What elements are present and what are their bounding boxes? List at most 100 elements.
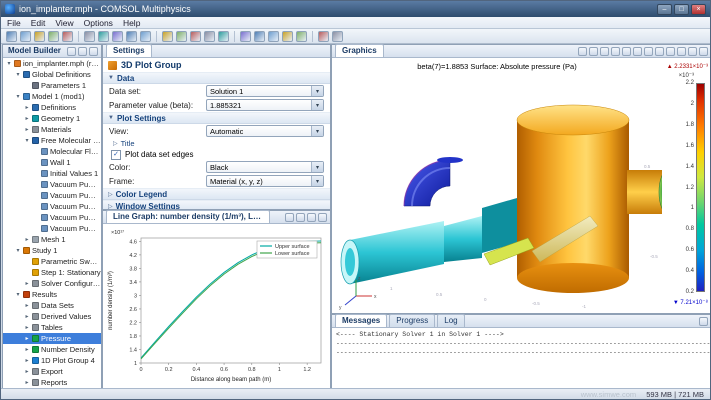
tree-item[interactable]: ▸Derived Values: [3, 311, 101, 322]
print-icon[interactable]: [699, 47, 708, 56]
tree-item[interactable]: ▸Pressure: [3, 333, 101, 344]
expander-icon[interactable]: ▸: [24, 324, 30, 331]
tab-line-graph[interactable]: Line Graph: number density (1/m³), Line …: [106, 210, 270, 223]
tree-item[interactable]: ▾Study 1: [3, 245, 101, 256]
graphics-scene[interactable]: beta(7)=1.8853 Surface: Absolute pressur…: [332, 58, 711, 313]
tree-item[interactable]: ▾Global Definitions: [3, 69, 101, 80]
section-window-settings[interactable]: ▷ Window Settings: [103, 200, 330, 209]
functions-icon[interactable]: [176, 31, 187, 42]
frame-select[interactable]: Material (x, y, z) ▾: [206, 175, 324, 187]
tree-item[interactable]: ▸Data Sets: [3, 300, 101, 311]
menu-edit[interactable]: Edit: [31, 18, 46, 28]
section-data[interactable]: ▼ Data: [103, 72, 330, 84]
mesh-icon[interactable]: [240, 31, 251, 42]
zoom-extents-icon[interactable]: [318, 31, 329, 42]
close-button[interactable]: ×: [691, 4, 706, 15]
lighting-icon[interactable]: [655, 47, 664, 56]
expander-icon[interactable]: ▾: [24, 137, 30, 144]
section-plot-settings[interactable]: ▼ Plot Settings: [103, 112, 330, 124]
tab-messages[interactable]: Messages: [335, 314, 387, 327]
save-icon[interactable]: [34, 31, 45, 42]
expander-icon[interactable]: ▸: [24, 368, 30, 375]
expander-icon[interactable]: ▾: [15, 291, 21, 298]
default-view-icon[interactable]: [611, 47, 620, 56]
tree-item[interactable]: ▸Tables: [3, 322, 101, 333]
plot-icon[interactable]: [296, 31, 307, 42]
expander-icon[interactable]: ▾: [15, 71, 21, 78]
expander-icon[interactable]: ▸: [24, 302, 30, 309]
tree-item[interactable]: ▸Materials: [3, 124, 101, 135]
line-chart[interactable]: 00.20.40.60.811.211.41.82.22.633.43.84.2…: [103, 224, 329, 389]
expander-icon[interactable]: ▸: [24, 104, 30, 111]
zoom-in-icon[interactable]: [578, 47, 587, 56]
menu-view[interactable]: View: [55, 18, 73, 28]
results-icon[interactable]: [282, 31, 293, 42]
new-icon[interactable]: [6, 31, 17, 42]
print-icon[interactable]: [48, 31, 59, 42]
menu-options[interactable]: Options: [84, 18, 113, 28]
pan-icon[interactable]: [622, 47, 631, 56]
minimize-button[interactable]: –: [657, 4, 672, 15]
tree-item[interactable]: ▸Solver Configurations: [3, 278, 101, 289]
expander-icon[interactable]: ▸: [24, 357, 30, 364]
clear-log-icon[interactable]: [699, 317, 708, 326]
study-icon[interactable]: [254, 31, 265, 42]
expand-all-icon[interactable]: [78, 47, 87, 56]
tree-item[interactable]: Vacuum Pump 2: [3, 190, 101, 201]
tree-item[interactable]: Molecular Flow 1: [3, 146, 101, 157]
expander-icon[interactable]: ▸: [24, 115, 30, 122]
view-select[interactable]: Automatic ▾: [206, 125, 324, 137]
tree-item[interactable]: ▾ion_implanter.mph (root): [3, 58, 101, 69]
tab-progress[interactable]: Progress: [389, 314, 435, 327]
copy-icon[interactable]: [84, 31, 95, 42]
fly-icon[interactable]: [644, 47, 653, 56]
tree-item[interactable]: ▾Results: [3, 289, 101, 300]
export-plot-icon[interactable]: [318, 213, 327, 222]
maximize-button[interactable]: □: [674, 4, 689, 15]
expander-icon[interactable]: ▾: [15, 93, 21, 100]
expander-icon[interactable]: ▾: [6, 60, 12, 67]
materials-icon[interactable]: [204, 31, 215, 42]
geometry-icon[interactable]: [190, 31, 201, 42]
transparency-icon[interactable]: [666, 47, 675, 56]
wireframe-icon[interactable]: [677, 47, 686, 56]
expander-icon[interactable]: ▸: [24, 379, 30, 386]
rotate-icon[interactable]: [633, 47, 642, 56]
expander-icon[interactable]: ▸: [24, 280, 30, 287]
section-title-sub[interactable]: ▷ Title: [103, 138, 330, 149]
expander-icon[interactable]: ▸: [24, 236, 30, 243]
tree-item[interactable]: Parametric Sweep: [3, 256, 101, 267]
tree-item[interactable]: ▸1D Plot Group 4: [3, 355, 101, 366]
tree-item[interactable]: ▸Mesh 1: [3, 234, 101, 245]
tree-item[interactable]: Initial Values 1: [3, 168, 101, 179]
move-up-icon[interactable]: [89, 47, 98, 56]
physics-icon[interactable]: [218, 31, 229, 42]
tree-item[interactable]: Vacuum Pump 1: [3, 179, 101, 190]
tree-item[interactable]: ▸Geometry 1: [3, 113, 101, 124]
cut-icon[interactable]: [62, 31, 73, 42]
messages-log[interactable]: <---- Stationary Solver 1 in Solver 1 --…: [332, 328, 711, 389]
tree-item[interactable]: Vacuum Pump 3: [3, 201, 101, 212]
parameters-icon[interactable]: [162, 31, 173, 42]
collapse-all-icon[interactable]: [67, 47, 76, 56]
plot-icon[interactable]: [285, 213, 294, 222]
tree-item[interactable]: ▾Model 1 (mod1): [3, 91, 101, 102]
tab-graphics[interactable]: Graphics: [335, 44, 384, 57]
expander-icon[interactable]: ▸: [24, 313, 30, 320]
zoom-extents-icon[interactable]: [600, 47, 609, 56]
parameter-select[interactable]: 1.885321 ▾: [206, 99, 324, 111]
tree-item[interactable]: ▾Free Molecular Flow (fmf): [3, 135, 101, 146]
3d-model-view[interactable]: beta(7)=1.8853 Surface: Absolute pressur…: [332, 58, 662, 313]
compute-icon[interactable]: [268, 31, 279, 42]
tree-item[interactable]: Wall 1: [3, 157, 101, 168]
paste-icon[interactable]: [98, 31, 109, 42]
help-icon[interactable]: [332, 31, 343, 42]
color-select[interactable]: Black ▾: [206, 161, 324, 173]
tab-settings[interactable]: Settings: [106, 44, 152, 57]
tree-item[interactable]: ▸Reports: [3, 377, 101, 388]
tree-item[interactable]: Parameters 1: [3, 80, 101, 91]
dataset-select[interactable]: Solution 1 ▾: [206, 85, 324, 97]
expander-icon[interactable]: ▾: [15, 247, 21, 254]
image-snapshot-icon[interactable]: [307, 213, 316, 222]
undo-icon[interactable]: [112, 31, 123, 42]
